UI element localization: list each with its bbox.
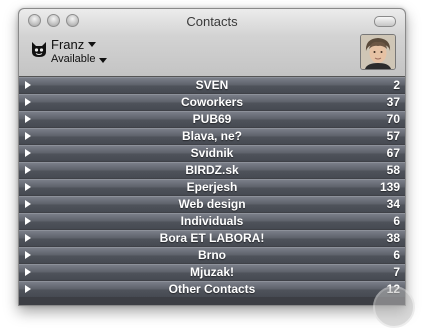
chevron-down-icon[interactable] bbox=[88, 42, 96, 47]
group-row[interactable]: Individuals 6 bbox=[19, 213, 405, 229]
group-row[interactable]: Bora ET LABORA! 38 bbox=[19, 230, 405, 246]
group-count: 58 bbox=[386, 163, 400, 177]
contacts-window: Contacts Franz Available SVEN 2 Coworker… bbox=[18, 8, 406, 306]
group-count: 6 bbox=[393, 248, 400, 262]
birdz-watermark-logo bbox=[373, 286, 415, 328]
contact-groups-list: SVEN 2 Coworkers 37 PUB69 70 Blava, ne? … bbox=[19, 77, 405, 298]
toolbar-toggle-button[interactable] bbox=[374, 16, 396, 27]
user-name-menu[interactable]: Franz bbox=[51, 37, 84, 52]
group-row[interactable]: Blava, ne? 57 bbox=[19, 128, 405, 144]
group-name: Brno bbox=[198, 248, 226, 262]
group-name: Individuals bbox=[180, 214, 244, 228]
group-count: 139 bbox=[379, 180, 400, 194]
group-row[interactable]: Brno 6 bbox=[19, 247, 405, 263]
group-name: Coworkers bbox=[180, 95, 244, 109]
group-name: Mjuzak! bbox=[189, 265, 234, 279]
group-name: Blava, ne? bbox=[181, 129, 243, 143]
chevron-down-icon[interactable] bbox=[99, 58, 107, 63]
group-name: Eperjesh bbox=[186, 180, 238, 194]
cat-icon[interactable] bbox=[30, 40, 48, 58]
group-row[interactable]: Other Contacts 12 bbox=[19, 281, 405, 297]
user-avatar[interactable] bbox=[360, 34, 396, 70]
group-count: 57 bbox=[386, 129, 400, 143]
group-row[interactable]: Eperjesh 139 bbox=[19, 179, 405, 195]
group-name: BIRDZ.sk bbox=[185, 163, 239, 177]
group-name: SVEN bbox=[195, 78, 229, 92]
group-count: 2 bbox=[393, 78, 400, 92]
group-name: Bora ET LABORA! bbox=[159, 231, 265, 245]
group-name: Other Contacts bbox=[168, 282, 256, 296]
group-count: 7 bbox=[393, 265, 400, 279]
group-count: 38 bbox=[386, 231, 400, 245]
group-row[interactable]: Web design 34 bbox=[19, 196, 405, 212]
group-row[interactable]: Svidnik 67 bbox=[19, 145, 405, 161]
group-count: 34 bbox=[386, 197, 400, 211]
group-row[interactable]: Coworkers 37 bbox=[19, 94, 405, 110]
group-name: Svidnik bbox=[190, 146, 234, 160]
group-row[interactable]: PUB69 70 bbox=[19, 111, 405, 127]
title-bar[interactable]: Contacts Franz Available bbox=[19, 9, 405, 77]
group-name: PUB69 bbox=[192, 112, 232, 126]
status-menu[interactable]: Available bbox=[51, 53, 95, 65]
group-count: 70 bbox=[386, 112, 400, 126]
group-row[interactable]: SVEN 2 bbox=[19, 77, 405, 93]
group-count: 37 bbox=[386, 95, 400, 109]
group-count: 67 bbox=[386, 146, 400, 160]
group-count: 6 bbox=[393, 214, 400, 228]
window-title: Contacts bbox=[186, 14, 238, 29]
group-name: Web design bbox=[178, 197, 246, 211]
group-row[interactable]: Mjuzak! 7 bbox=[19, 264, 405, 280]
window-bottom-edge bbox=[19, 297, 405, 305]
group-row[interactable]: BIRDZ.sk 58 bbox=[19, 162, 405, 178]
